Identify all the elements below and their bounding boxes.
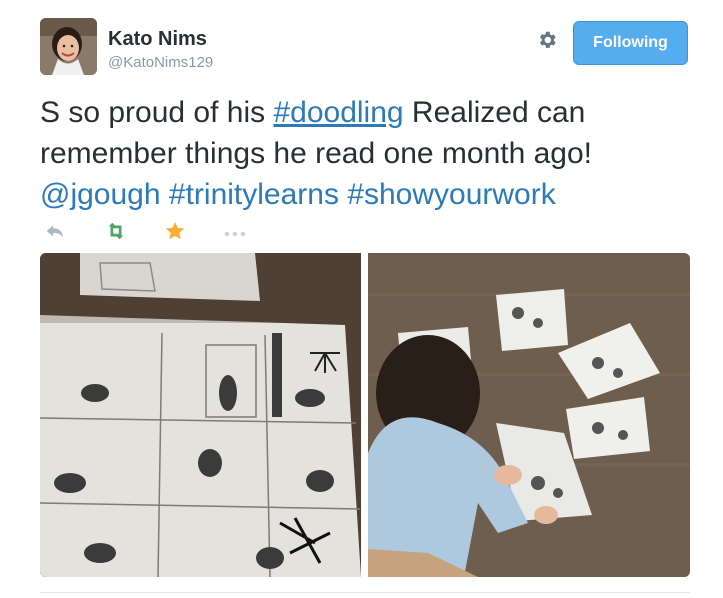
display-name[interactable]: Kato Nims [108,28,213,50]
gear-icon[interactable] [536,29,558,51]
doodle-comic-strip-photo[interactable] [40,253,361,577]
retweet-icon[interactable] [104,220,128,244]
following-button[interactable]: Following [573,21,688,65]
tweet-text-part: S so proud of his [40,96,274,129]
divider [40,592,690,593]
hashtag-link[interactable]: #doodling [273,96,403,129]
mention-link[interactable]: @jgough [40,178,161,211]
more-icon[interactable] [223,226,247,250]
tweet-header: Kato Nims @KatoNims129 Following [40,18,690,80]
avatar[interactable] [40,18,97,75]
user-handle[interactable]: @KatoNims129 [108,53,213,73]
user-names: Kato Nims @KatoNims129 [108,28,213,73]
child-drawing-on-floor-photo[interactable] [368,253,690,577]
reply-icon[interactable] [44,220,66,244]
star-icon[interactable] [164,220,186,244]
hashtag-link[interactable]: #trinitylearns [169,178,339,211]
hashtag-link[interactable]: #showyourwork [347,178,555,211]
tweet-actions [40,220,340,246]
tweet-text: S so proud of his #doodling Realized can… [40,92,690,215]
